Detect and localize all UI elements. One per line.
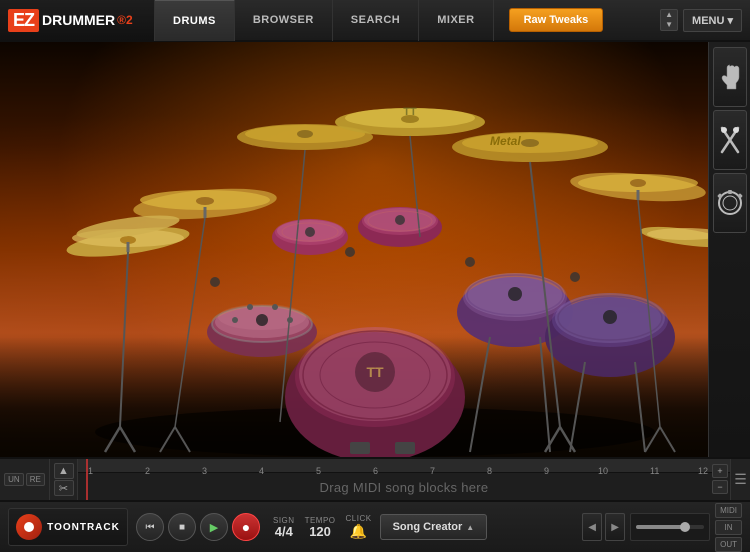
midi-drop-zone[interactable]: Drag MIDI song blocks here [78,473,730,500]
rewind-button[interactable]: ⏮ [136,513,164,541]
toontrack-circle-inner [24,522,34,532]
midi-out-button[interactable]: OUT [715,537,742,552]
timeline-num-11: 11 [650,466,659,476]
tab-search[interactable]: SEARCH [333,0,419,41]
bottom-area: UN RE ▲ ✂ 1 2 3 4 5 [0,457,750,550]
arrow-up-icon[interactable]: ▲ [661,10,677,20]
volume-left-icon: ◀ [588,522,596,533]
timeline-numbers: 1 2 3 4 5 6 7 8 9 10 11 12 [78,459,730,473]
volume-slider-container[interactable] [630,513,710,541]
rewind-icon: ⏮ [146,522,155,533]
menu-area: ▲ ▼ MENU ▾ [660,9,742,32]
click-bell-icon: 🔔 [350,523,367,540]
raw-tweaks-button[interactable]: Raw Tweaks [509,8,604,32]
record-button[interactable]: ● [232,513,260,541]
ez-logo: EZ [8,9,39,32]
svg-text:TT: TT [403,106,417,118]
volume-left-button[interactable]: ◀ [582,513,602,541]
click-label: Click [346,514,372,523]
zoom-in-icon: + [717,466,722,476]
drum-kit-svg: TT Metal [0,42,750,457]
time-signature-block: Sign 4/4 [273,516,295,538]
version-logo: ®2 [117,13,133,27]
timeline-num-6: 6 [373,466,378,476]
tab-mixer[interactable]: MIXER [419,0,493,41]
timeline-num-1: 1 [88,466,93,476]
sticks-button[interactable] [713,110,747,170]
transport-bar: TOONTRACK ⏮ ■ ▶ ● Sign 4/4 Tempo 120 [0,501,750,552]
select-tool-button[interactable]: ▲ [54,463,74,479]
svg-text:TT: TT [366,364,384,380]
tempo-value: 120 [305,525,336,538]
hamburger-icon: ☰ [734,471,747,488]
timeline-num-2: 2 [145,466,150,476]
nav-tabs: DRUMS BROWSER SEARCH MIXER [155,0,494,41]
logo-area: EZ DRUMMER ®2 [0,0,155,41]
right-panel [708,42,750,457]
sign-value: 4/4 [273,525,295,538]
undo-button[interactable]: UN [4,473,24,486]
timeline-num-4: 4 [259,466,264,476]
toontrack-circle-logo [16,514,42,540]
sign-tempo-area: Sign 4/4 Tempo 120 Click 🔔 [273,514,372,540]
scissors-icon: ✂ [59,482,68,495]
zoom-in-button[interactable]: + [712,464,728,478]
midi-in-button[interactable]: IN [715,520,742,535]
timeline-num-7: 7 [430,466,435,476]
volume-right-button[interactable]: ▶ [605,513,625,541]
toontrack-text: TOONTRACK [47,522,120,533]
midi-controls: MIDI IN OUT [715,503,742,552]
zoom-buttons: + − [712,464,728,494]
timeline-num-12: 12 [698,466,708,476]
seq-options-button[interactable]: ☰ [730,459,750,500]
tab-browser[interactable]: BROWSER [235,0,333,41]
header: EZ DRUMMER ®2 DRUMS BROWSER SEARCH MIXER… [0,0,750,42]
volume-knob[interactable] [680,522,690,532]
timeline-num-3: 3 [202,466,207,476]
volume-arrows: ◀ ▶ [582,513,625,541]
stop-icon: ■ [179,522,185,533]
stop-button[interactable]: ■ [168,513,196,541]
timeline-num-8: 8 [487,466,492,476]
volume-right-icon: ▶ [611,522,619,533]
sticks-icon [717,126,743,154]
record-icon: ● [242,519,250,535]
seq-timeline: 1 2 3 4 5 6 7 8 9 10 11 12 Drag MIDI son… [78,459,730,500]
master-volume: ◀ ▶ MIDI IN OUT [582,503,742,552]
song-creator-arrow-icon: ▲ [466,523,474,532]
drum-area: TT Metal [0,42,750,457]
zoom-out-icon: − [717,482,722,492]
tambourine-button[interactable] [713,173,747,233]
tambourine-icon [717,189,743,217]
toontrack-logo: TOONTRACK [8,508,128,546]
sequencer-bar: UN RE ▲ ✂ 1 2 3 4 5 [0,459,750,501]
hand-icon [718,63,742,91]
play-icon: ▶ [210,521,218,534]
transport-buttons: ⏮ ■ ▶ ● [136,513,260,541]
arrow-down-icon[interactable]: ▼ [661,20,677,30]
tab-drums[interactable]: DRUMS [155,0,235,41]
timeline-num-9: 9 [544,466,549,476]
cut-tool-button[interactable]: ✂ [54,480,74,496]
menu-arrows[interactable]: ▲ ▼ [660,9,678,31]
midi-label: MIDI [715,503,742,518]
zoom-out-button[interactable]: − [712,480,728,494]
timeline-num-10: 10 [598,466,608,476]
cursor-icon: ▲ [58,465,69,477]
drummer-logo: DRUMMER [42,12,115,28]
hand-button[interactable] [713,47,747,107]
click-area[interactable]: Click 🔔 [346,514,372,540]
timeline-num-5: 5 [316,466,321,476]
svg-text:Metal: Metal [490,134,521,148]
seq-tools: ▲ ✂ [50,459,78,500]
song-creator-button[interactable]: Song Creator ▲ [380,514,488,540]
playhead [86,459,88,500]
tempo-block: Tempo 120 [305,516,336,538]
menu-button[interactable]: MENU ▾ [683,9,742,32]
undo-redo-row: UN RE [4,473,45,486]
play-button[interactable]: ▶ [200,513,228,541]
volume-slider[interactable] [636,525,704,529]
redo-button[interactable]: RE [26,473,45,486]
seq-controls: UN RE [0,459,50,500]
